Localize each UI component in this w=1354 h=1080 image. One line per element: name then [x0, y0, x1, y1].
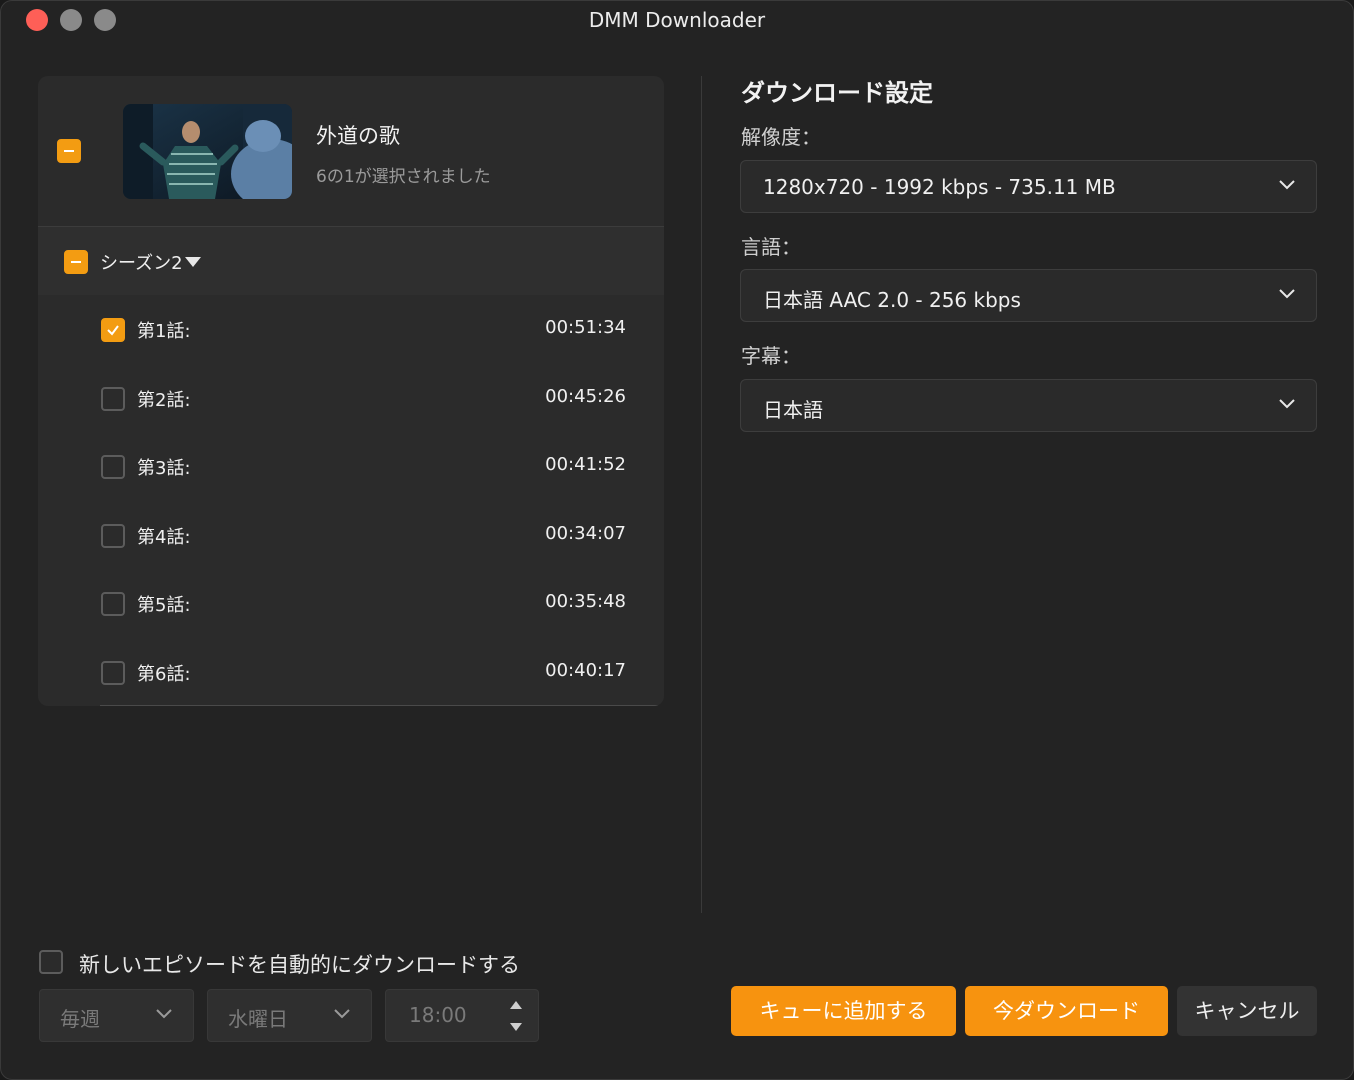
add-to-queue-button[interactable]: キューに追加する [731, 986, 956, 1036]
language-select[interactable]: 日本語 AAC 2.0 - 256 kbps [740, 269, 1317, 322]
subtitle-select[interactable]: 日本語 [740, 379, 1317, 432]
episode-label: 第4話: [137, 526, 191, 548]
season-label: シーズン2 [100, 253, 183, 274]
subtitle-label: 字幕： [741, 344, 801, 368]
resolution-label: 解像度： [741, 125, 821, 149]
episode-label: 第2話: [137, 389, 191, 411]
window-title: DMM Downloader [588, 8, 766, 32]
title-bar: DMM Downloader [1, 1, 1353, 41]
chevron-down-icon [1279, 180, 1295, 190]
vertical-divider [701, 76, 702, 913]
episode-duration: 00:51:34 [545, 317, 626, 338]
chevron-down-icon [156, 1009, 172, 1019]
episode-row[interactable]: 第3話: 00:41:52 [38, 432, 664, 501]
thumbnail-image [123, 104, 292, 199]
episode-checkbox[interactable] [101, 318, 125, 342]
show-title: 外道の歌 [316, 124, 400, 148]
episode-row[interactable]: 第1話: 00:51:34 [38, 295, 664, 364]
select-all-checkbox[interactable] [57, 139, 81, 163]
auto-download-checkbox[interactable] [39, 950, 63, 974]
episode-checkbox[interactable] [101, 592, 125, 617]
season-checkbox[interactable] [64, 250, 88, 274]
language-value: 日本語 AAC 2.0 - 256 kbps [763, 288, 1021, 312]
divider [100, 705, 664, 706]
episode-duration: 00:45:26 [545, 385, 626, 407]
app-window: DMM Downloader 外道の歌 6の1が選択されました シーズン2 第1… [0, 0, 1354, 1080]
episode-label: 第6話: [137, 663, 191, 685]
episode-row[interactable]: 第6話: 00:40:17 [38, 638, 664, 706]
subtitle-value: 日本語 [763, 398, 823, 422]
episode-checkbox[interactable] [101, 660, 125, 685]
resolution-value: 1280x720 - 1992 kbps - 735.11 MB [763, 175, 1116, 199]
time-input[interactable]: 18:00 [385, 989, 539, 1042]
episode-label: 第3話: [137, 458, 191, 480]
show-header: 外道の歌 6の1が選択されました [38, 76, 664, 227]
episode-checkbox[interactable] [101, 523, 125, 548]
episode-list: 第1話: 00:51:34 第2話: 00:45:26 第3話: 00:41:52 第4話:… [38, 295, 664, 706]
frequency-value: 毎週 [60, 1007, 100, 1031]
settings-title: ダウンロード設定 [741, 79, 933, 107]
day-value: 水曜日 [228, 1007, 288, 1031]
time-value: 18:00 [409, 1003, 467, 1027]
auto-download-label: 新しいエピソードを自動的にダウンロードする [79, 953, 520, 977]
cancel-button[interactable]: キャンセル [1177, 986, 1317, 1036]
episode-row[interactable]: 第4話: 00:34:07 [38, 501, 664, 570]
language-label: 言語： [741, 235, 801, 259]
episode-duration: 00:35:48 [545, 591, 626, 613]
caret-down-icon[interactable] [185, 257, 201, 267]
episode-checkbox[interactable] [101, 386, 125, 411]
episode-checkbox[interactable] [101, 455, 125, 480]
chevron-down-icon [334, 1009, 350, 1019]
day-select[interactable]: 水曜日 [207, 989, 372, 1042]
frequency-select[interactable]: 毎週 [39, 989, 194, 1042]
resolution-select[interactable]: 1280x720 - 1992 kbps - 735.11 MB [740, 160, 1317, 213]
episode-duration: 00:34:07 [545, 522, 626, 544]
check-icon [107, 325, 119, 336]
episode-row[interactable]: 第5話: 00:35:48 [38, 569, 664, 638]
episode-label: 第5話: [137, 595, 191, 617]
episode-row[interactable]: 第2話: 00:45:26 [38, 364, 664, 433]
download-now-button[interactable]: 今ダウンロード [965, 986, 1168, 1036]
season-row[interactable]: シーズン2 [38, 227, 664, 295]
episode-duration: 00:40:17 [545, 659, 626, 681]
chevron-down-icon [1279, 399, 1295, 409]
episode-duration: 00:41:52 [545, 454, 626, 476]
episode-label: 第1話: [137, 321, 191, 342]
time-stepper-icon[interactable] [508, 996, 524, 1036]
show-thumbnail [123, 104, 292, 199]
episode-panel: 外道の歌 6の1が選択されました シーズン2 第1話: 00:51:34 第2話: 0… [38, 76, 664, 706]
chevron-down-icon [1279, 289, 1295, 299]
selection-status: 6の1が選択されました [316, 167, 491, 187]
